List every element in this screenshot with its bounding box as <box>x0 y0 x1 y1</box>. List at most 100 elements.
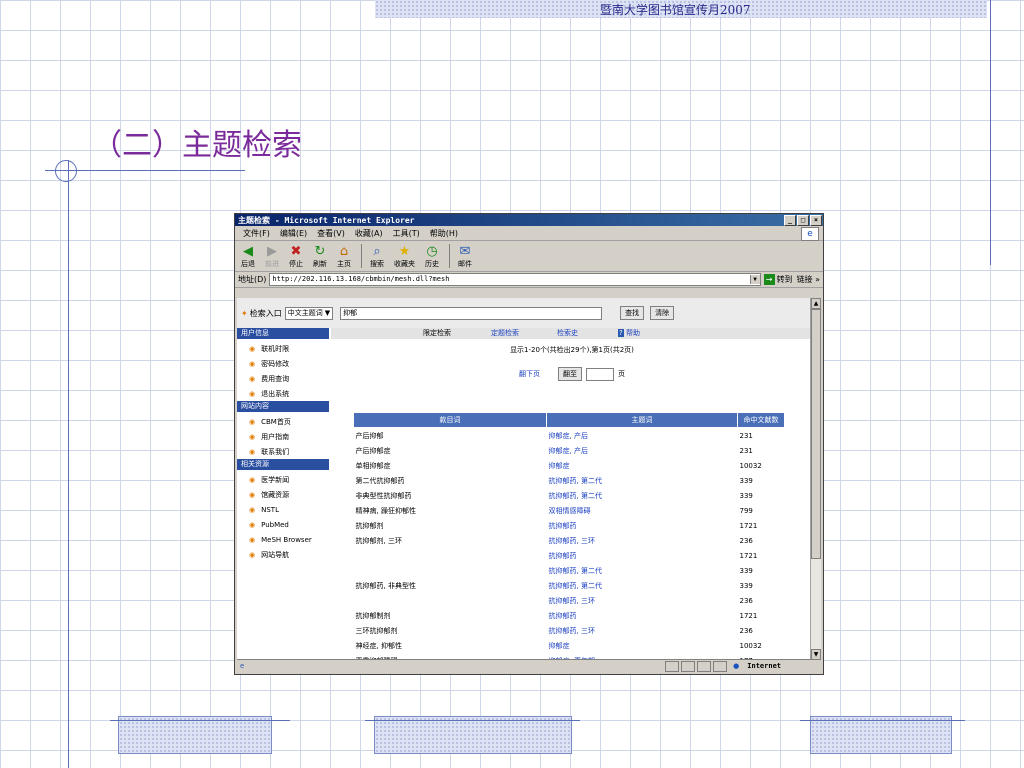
table-row: 精神病, 躁狂抑郁性 双相情感障碍 799 <box>354 503 785 518</box>
sidebar-item-fees[interactable]: ◉ 费用查询 <box>237 371 329 386</box>
sidebar-item-news[interactable]: ◉ 医学新闻 <box>237 472 329 487</box>
find-button[interactable]: 查找 <box>620 306 645 320</box>
stop-button[interactable]: ✖ 停止 <box>289 244 303 269</box>
browser-toolbar: ◀ 后退 ▶ 前进 ✖ 停止 ↻ 刷新 ⌂ 主页 ⌕ 搜索 ★ 收藏夹 ◷ 历史 ✉ 邮件 <box>235 241 823 272</box>
menu-favorites[interactable]: 收藏(A) <box>355 228 383 239</box>
subject-heading-cell[interactable]: 双相情感障碍 <box>547 503 738 518</box>
page-status-icon: e <box>240 662 245 670</box>
sidebar-item-logout[interactable]: ◉ 退出系统 <box>237 386 329 401</box>
bullet-icon: ◉ <box>249 475 256 484</box>
menu-edit[interactable]: 编辑(E) <box>280 228 307 239</box>
slide-header: 暨南大学图书馆宣传月2007 <box>600 3 751 17</box>
forward-button[interactable]: ▶ 前进 <box>265 244 279 269</box>
decor-line <box>110 720 290 721</box>
address-input[interactable]: http://202.116.13.168/cbmbin/mesh.dll?me… <box>269 273 761 286</box>
sidebar-item-site-nav[interactable]: ◉ 网站导航 <box>237 547 329 562</box>
scroll-thumb[interactable] <box>811 309 821 559</box>
menu-file[interactable]: 文件(F) <box>243 228 270 239</box>
subject-heading-cell[interactable]: 抑郁症, 产后 <box>547 443 738 458</box>
home-button[interactable]: ⌂ 主页 <box>337 244 351 269</box>
subject-heading-cell[interactable]: 抗抑郁药, 三环 <box>547 533 738 548</box>
refresh-button[interactable]: ↻ 刷新 <box>313 244 327 269</box>
back-button[interactable]: ◀ 后退 <box>241 244 255 269</box>
page-number-input[interactable] <box>586 367 614 381</box>
sidebar-item-mesh-browser[interactable]: ◉ MeSH Browser <box>237 532 329 547</box>
decor-line <box>800 720 965 721</box>
search-field-select[interactable]: 中文主题词 ▼ <box>284 306 334 320</box>
count-cell: 236 <box>739 596 753 605</box>
subject-heading-cell[interactable]: 抗抑郁药, 第二代 <box>547 563 738 578</box>
minimize-button[interactable]: _ <box>784 214 796 226</box>
tab-limit-search[interactable]: 限定检索 <box>423 328 451 339</box>
address-dropdown-icon[interactable]: ▼ <box>749 275 760 284</box>
search-button[interactable]: ⌕ 搜索 <box>370 244 384 269</box>
count-cell: 799 <box>739 506 753 515</box>
subject-heading-cell[interactable]: 抗抑郁药, 三环 <box>547 593 738 608</box>
subject-heading-cell[interactable]: 抗抑郁药 <box>547 518 738 533</box>
entry-term-cell: 产后抑郁症 <box>355 446 391 455</box>
vertical-scrollbar[interactable]: ▲ ▼ <box>810 298 821 660</box>
table-row: 神经症, 抑郁性 抑郁症 10032 <box>354 638 785 653</box>
menu-view[interactable]: 查看(V) <box>317 228 345 239</box>
subject-heading-cell[interactable]: 抗抑郁药, 第二代 <box>547 578 738 593</box>
menu-tools[interactable]: 工具(T) <box>393 228 420 239</box>
sidebar-item-cbm-home[interactable]: ◉ CBM首页 <box>237 414 329 429</box>
window-titlebar[interactable]: 主题检索 - Microsoft Internet Explorer _ □ × <box>235 214 823 226</box>
count-cell: 1721 <box>739 551 758 560</box>
entry-term-cell <box>354 593 547 608</box>
sidebar-item-guide[interactable]: ◉ 用户指南 <box>237 429 329 444</box>
sidebar-item-online-time[interactable]: ◉ 联机时限 <box>237 341 329 356</box>
entry-term-cell: 第二代抗抑郁药 <box>355 476 405 485</box>
sidebar-item-holdings[interactable]: ◉ 馆藏资源 <box>237 487 329 502</box>
bullet-icon: ◉ <box>249 490 256 499</box>
clear-button[interactable]: 清除 <box>650 306 675 320</box>
toolbar-separator <box>361 244 362 268</box>
count-cell: 236 <box>739 536 753 545</box>
favorites-button[interactable]: ★ 收藏夹 <box>394 244 415 269</box>
subject-heading-cell[interactable]: 抑郁症 <box>547 458 738 473</box>
browser-window: 主题检索 - Microsoft Internet Explorer _ □ ×… <box>234 213 824 675</box>
search-input[interactable]: 抑郁 <box>340 306 603 320</box>
bullet-icon: ◉ <box>249 432 256 441</box>
go-button[interactable]: → 转到 <box>763 274 793 285</box>
sidebar-item-contact[interactable]: ◉ 联系我们 <box>237 444 329 459</box>
history-button[interactable]: ◷ 历史 <box>425 244 439 269</box>
goto-page-button[interactable]: 翻至 <box>558 367 582 381</box>
footer-decor <box>374 716 572 754</box>
sidebar-heading: 网站内容 <box>237 401 329 412</box>
close-button[interactable]: × <box>810 214 822 226</box>
sidebar-item-nstl[interactable]: ◉ NSTL <box>237 502 329 517</box>
menu-help[interactable]: 帮助(H) <box>430 228 458 239</box>
tab-history[interactable]: 检索史 <box>557 328 578 339</box>
bullet-icon: ◉ <box>249 344 256 353</box>
subject-heading-cell[interactable]: 抗抑郁药, 第二代 <box>547 488 738 503</box>
count-cell: 1721 <box>739 521 758 530</box>
sidebar-item-pubmed[interactable]: ◉ PubMed <box>237 517 329 532</box>
menu-bar: 文件(F) 编辑(E) 查看(V) 收藏(A) 工具(T) 帮助(H) e <box>235 226 823 241</box>
subject-heading-cell[interactable]: 抗抑郁药 <box>547 608 738 623</box>
tab-topic-search[interactable]: 定题检索 <box>491 328 519 339</box>
maximize-button[interactable]: □ <box>797 214 809 226</box>
sidebar-heading: 相关资源 <box>237 459 329 470</box>
pager: 翻下页 翻至 页 <box>331 367 813 381</box>
subject-heading-cell[interactable]: 抗抑郁药, 三环 <box>547 623 738 638</box>
table-row: 抗抑郁剂 抗抑郁药 1721 <box>354 518 785 533</box>
subject-heading-cell[interactable]: 抑郁症, 产后 <box>547 428 738 444</box>
tab-help[interactable]: ? 帮助 <box>618 328 640 339</box>
sidebar-heading: 用户信息 <box>237 328 329 339</box>
entry-term-cell: 抗抑郁药, 非典型性 <box>355 581 416 590</box>
results-table: 款目词 主题词 命中文献数 产后抑郁 抑郁症, 产后 231 产后抑郁症 抑郁症, 产后… <box>353 412 785 660</box>
table-row: 第二代抗抑郁药 抗抑郁药, 第二代 339 <box>354 473 785 488</box>
links-button[interactable]: 链接 » <box>797 274 820 285</box>
subject-heading-cell[interactable]: 抗抑郁药 <box>547 548 738 563</box>
subject-heading-cell[interactable]: 抗抑郁药, 第二代 <box>547 473 738 488</box>
next-page-link[interactable]: 翻下页 <box>519 369 540 379</box>
table-row: 产后抑郁 抑郁症, 产后 231 <box>354 428 785 444</box>
column-header-count: 命中文献数 <box>737 412 785 428</box>
mail-button[interactable]: ✉ 邮件 <box>458 244 472 269</box>
entry-term-cell <box>354 563 547 578</box>
sidebar-item-password[interactable]: ◉ 密码修改 <box>237 356 329 371</box>
status-cell <box>697 660 712 672</box>
scroll-up-icon[interactable]: ▲ <box>811 298 821 309</box>
subject-heading-cell[interactable]: 抑郁症 <box>547 638 738 653</box>
